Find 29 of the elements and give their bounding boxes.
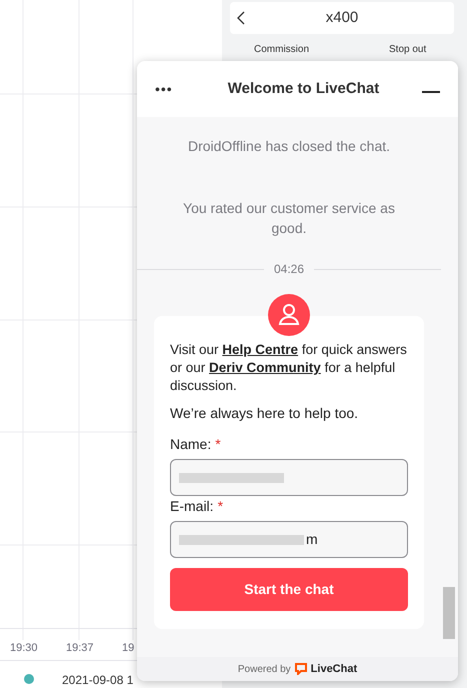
- required-asterisk: *: [215, 435, 221, 454]
- minimize-icon[interactable]: [422, 91, 440, 93]
- multiplier-selector[interactable]: x400: [230, 2, 454, 34]
- chevron-left-icon: [237, 11, 245, 25]
- commission-label: Commission: [254, 43, 310, 57]
- chat-title: Welcome to LiveChat: [226, 78, 380, 99]
- note-text: We’re always here to help too.: [170, 404, 360, 423]
- brand-name: LiveChat: [310, 662, 358, 677]
- time-axis-label: 19: [122, 641, 134, 656]
- help-link[interactable]: Help Centre: [222, 342, 298, 357]
- time-axis-label: 19:37: [66, 641, 94, 656]
- help-link[interactable]: Deriv Community: [209, 360, 321, 375]
- timestamp: 2021-09-08 1: [62, 672, 134, 688]
- field-label: E-mail:: [170, 497, 214, 516]
- input-field[interactable]: [170, 459, 408, 496]
- time-divider-label: 04:26: [272, 261, 306, 278]
- menu-button[interactable]: •••: [155, 78, 185, 100]
- system-message: You rated our customer service as good.: [182, 199, 396, 238]
- time-axis-label: 19:30: [10, 641, 38, 656]
- field-value: m: [306, 530, 318, 549]
- field-label: Name:: [170, 435, 212, 454]
- powered-by-text: Powered by: [238, 662, 291, 676]
- scrollbar[interactable]: [443, 587, 455, 639]
- chat-bubble-icon: [294, 663, 307, 675]
- stop-out-label: Stop out: [389, 43, 426, 57]
- system-message: DroidOffline has closed the chat.: [188, 137, 390, 156]
- intro-text: Visit our Help Centre for quick answers or our Deriv Community for a helpful discussion.: [170, 341, 408, 395]
- input-field[interactable]: m: [170, 521, 408, 558]
- required-asterisk: *: [218, 497, 224, 516]
